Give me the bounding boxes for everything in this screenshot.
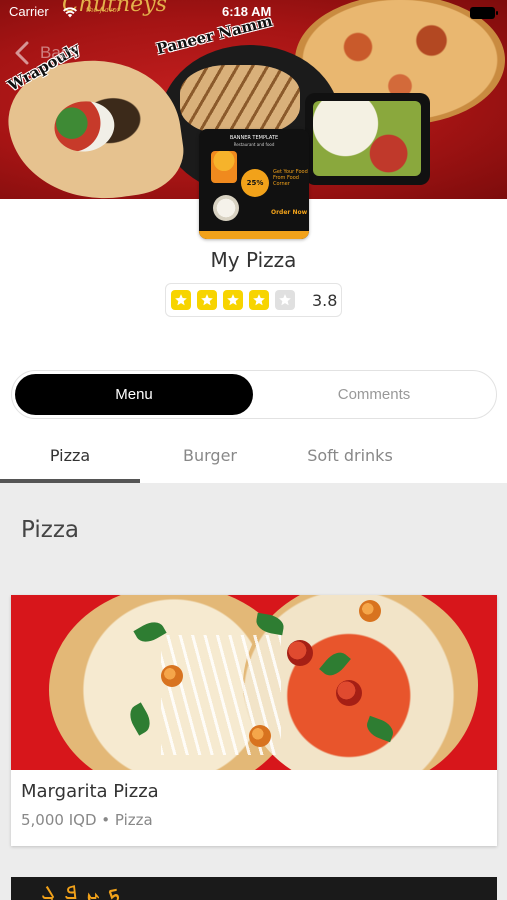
rating-value: 3.8 [312,291,338,310]
store-name: My Pizza [210,248,297,272]
chevron-left-icon [15,41,29,65]
logo-juice-image [211,151,237,183]
product-price-category: 5,000 IQD • Pizza [21,811,153,829]
restaurant-logo: BANNER TEMPLATE Restaurant and food 25% … [199,129,309,239]
logo-accent-bar [199,231,309,239]
tomato-image [249,725,271,747]
menu-comments-segment: Menu Comments [11,370,497,419]
section-title: Pizza [21,517,79,543]
battery-icon [470,7,498,19]
tomato-image [359,600,381,622]
star-icon [223,290,243,310]
logo-side-text: Get Your Food From Food Corner [273,169,308,187]
product-image: ܟ ܨ ܦ ܓ [41,877,121,900]
rating-box: 3.8 [165,283,342,317]
clock-time: 6:18 AM [222,4,272,19]
category-tabs: Pizza Burger Soft drinks [0,432,507,483]
logo-promo-badge: 25% [241,169,269,197]
back-button[interactable]: Back [12,38,78,68]
carrier-label: Carrier [9,4,49,19]
product-name: Margarita Pizza [21,781,159,802]
logo-flyer-subtitle: Restaurant and food [233,142,275,147]
product-card[interactable]: ܟ ܨ ܦ ܓ [11,877,497,900]
status-bar: Carrier 6:18 AM [0,0,507,26]
segment-comments[interactable]: Comments [255,374,493,415]
tomato-image [287,640,313,666]
wifi-icon [63,7,77,18]
star-icon [275,290,295,310]
logo-plate-image [213,195,239,221]
segment-menu[interactable]: Menu [15,374,253,415]
tomato-image [161,665,183,687]
star-icon [171,290,191,310]
product-card[interactable]: Margarita Pizza 5,000 IQD • Pizza [11,595,497,846]
back-label: Back [40,43,78,62]
tab-pizza[interactable]: Pizza [0,432,140,483]
tab-soft-drinks[interactable]: Soft drinks [280,432,420,483]
banner-salad-box-image [305,93,430,185]
tomato-image [336,680,362,706]
logo-order-text: Order Now [271,209,308,216]
star-icon [197,290,217,310]
product-image [11,595,497,770]
star-icon [249,290,269,310]
logo-flyer-title: BANNER TEMPLATE [229,135,279,141]
tab-burger[interactable]: Burger [140,432,280,483]
